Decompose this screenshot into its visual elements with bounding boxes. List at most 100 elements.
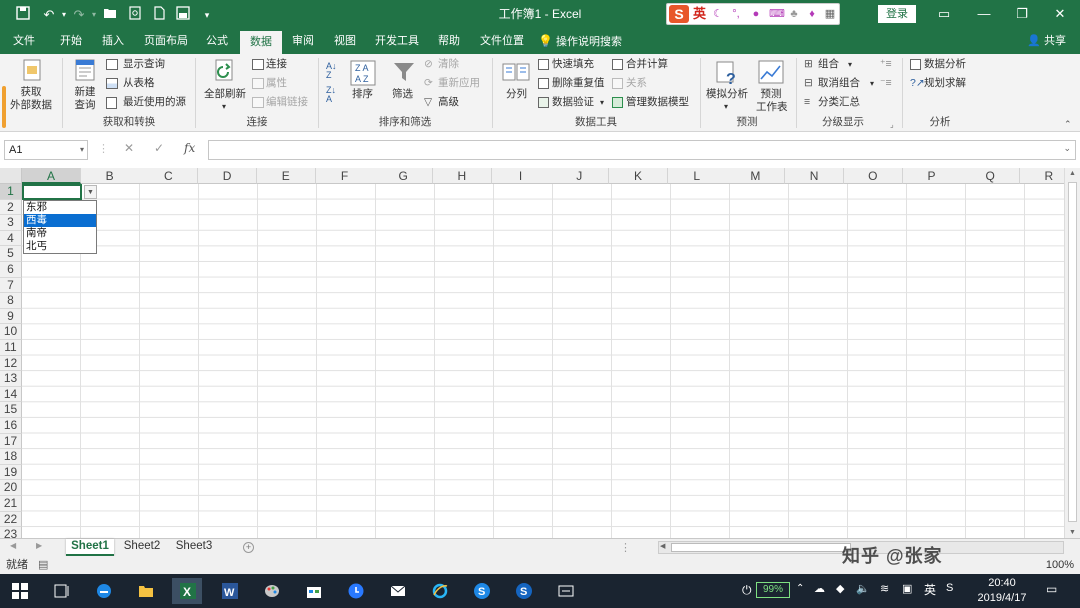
enter-entry-icon[interactable]: ✓	[154, 141, 164, 155]
tab-file[interactable]: 文件	[4, 30, 44, 54]
advanced-filter-button[interactable]: ▽ 高级	[424, 96, 486, 110]
sogou-browser-icon[interactable]: S	[466, 578, 496, 604]
remove-duplicates-button[interactable]: 删除重复值	[538, 77, 610, 91]
edit-links-button[interactable]: 编辑链接	[252, 96, 312, 110]
column-header[interactable]: I	[491, 168, 551, 184]
column-header[interactable]: Q	[961, 168, 1021, 184]
word-taskbar-icon[interactable]: W	[214, 578, 244, 604]
column-header[interactable]: J	[550, 168, 610, 184]
column-header[interactable]: M	[726, 168, 786, 184]
close-button[interactable]: ✕	[1040, 0, 1080, 30]
moon-icon[interactable]: ☾	[711, 7, 725, 21]
show-hidden-icons-icon[interactable]: ⌃	[796, 583, 804, 594]
select-all-corner[interactable]	[0, 168, 22, 184]
ime-language-indicator[interactable]: 英	[924, 581, 936, 598]
share-button[interactable]: 👤 共享	[1027, 30, 1066, 52]
flash-fill-button[interactable]: 快速填充	[538, 58, 610, 72]
properties-button[interactable]: 属性	[252, 77, 312, 91]
taskbar-clock[interactable]: 20:40 2019/4/17	[968, 576, 1036, 606]
show-queries-button[interactable]: 显示查询	[106, 58, 190, 72]
action-center-icon[interactable]: ▭	[1046, 582, 1057, 596]
file-explorer-icon[interactable]	[130, 578, 160, 604]
group-button[interactable]: ⊞ 组合 ▾	[804, 58, 884, 72]
name-box[interactable]: A1 ▾	[4, 140, 88, 160]
scroll-up-icon[interactable]: ▲	[1069, 170, 1076, 177]
subtotal-button[interactable]: ≡ 分类汇总	[804, 96, 884, 110]
relationships-button[interactable]: 关系	[612, 77, 684, 91]
text-to-columns-button[interactable]: 分列	[498, 56, 534, 114]
minimize-button[interactable]: —	[964, 0, 1004, 30]
column-header[interactable]: G	[374, 168, 434, 184]
column-header[interactable]: P	[902, 168, 962, 184]
macro-record-icon[interactable]: ▤	[38, 556, 48, 574]
ime-mode-label[interactable]: 英	[693, 6, 706, 22]
paint-palette-icon[interactable]	[256, 578, 286, 604]
toolbox-icon[interactable]: ♣	[787, 7, 801, 21]
horizontal-scroll-thumb[interactable]	[671, 543, 851, 552]
prev-sheet-icon[interactable]: ◀	[10, 541, 16, 550]
clock-app-icon[interactable]	[340, 578, 370, 604]
consolidate-button[interactable]: 合并计算	[612, 58, 684, 72]
row-header[interactable]: 21	[0, 496, 22, 512]
wifi-icon[interactable]: ≋	[880, 582, 889, 595]
worksheet-grid[interactable]: ABCDEFGHIJKLMNOPQR 1 2 3 4 5 6 7 8 9 10 11 12 13 14 15…	[0, 168, 1068, 538]
next-sheet-icon[interactable]: ▶	[36, 541, 42, 550]
row-header[interactable]: 3	[0, 215, 22, 231]
connections-button[interactable]: 连接	[252, 58, 312, 72]
column-header[interactable]: K	[609, 168, 668, 184]
manage-data-model-button[interactable]: 管理数据模型	[612, 96, 694, 110]
zoom-level[interactable]: 100%	[1046, 556, 1074, 574]
validation-dropdown-list[interactable]: 东邪 西毒 南帝 北丐	[23, 200, 97, 254]
expand-formula-bar-icon[interactable]: ⌄	[1063, 143, 1071, 154]
input-method-icon[interactable]: ▣	[902, 582, 912, 595]
row-header[interactable]: 16	[0, 418, 22, 434]
dropdown-option[interactable]: 东邪	[24, 201, 96, 214]
row-header[interactable]: 6	[0, 262, 22, 278]
tab-split-grip-icon[interactable]: ⋮	[620, 541, 631, 554]
from-table-button[interactable]: 从表格	[106, 77, 190, 91]
row-header[interactable]: 7	[0, 277, 22, 294]
save-as-icon[interactable]	[174, 6, 192, 24]
tab-help[interactable]: 帮助	[430, 30, 468, 54]
dropdown-option[interactable]: 南帝	[24, 227, 96, 240]
row-header[interactable]: 12	[0, 355, 22, 372]
hide-detail-icon[interactable]: ⁻≡	[880, 77, 892, 90]
row-header[interactable]: 14	[0, 386, 22, 403]
column-header[interactable]: O	[843, 168, 903, 184]
ribbon-display-options-icon[interactable]: ▭	[924, 0, 964, 30]
sort-descending-button[interactable]: Z↓ A	[326, 86, 344, 104]
collapse-ribbon-icon[interactable]: ⌃	[1064, 118, 1072, 131]
row-header[interactable]: 5	[0, 246, 22, 262]
scroll-left-icon[interactable]: ◀	[660, 542, 665, 550]
outline-settings-launcher-icon[interactable]: ⌟	[890, 118, 894, 131]
microphone-icon[interactable]: ●	[749, 7, 763, 21]
punctuation-icon[interactable]: °,	[729, 7, 743, 21]
row-header[interactable]: 19	[0, 464, 22, 481]
row-header[interactable]: 13	[0, 371, 22, 387]
ime-toolbar[interactable]: S 英 ☾ °, ● ⌨ ♣ ♦ ▦	[666, 3, 840, 25]
screen-capture-icon[interactable]	[550, 578, 580, 604]
sheet-tab-2[interactable]: Sheet2	[118, 539, 166, 556]
tab-insert[interactable]: 插入	[94, 30, 132, 54]
row-header[interactable]: 20	[0, 480, 22, 496]
show-detail-icon[interactable]: ⁺≡	[880, 58, 892, 71]
cell-area[interactable]	[22, 184, 1068, 538]
customize-toolbar-icon[interactable]: ▾	[198, 6, 216, 24]
name-box-dropdown-icon[interactable]: ▾	[80, 141, 84, 159]
row-header[interactable]: 17	[0, 433, 22, 450]
get-external-data-button[interactable]: 获取 外部数据	[2, 56, 60, 128]
store-bag-icon[interactable]	[298, 578, 328, 604]
power-plug-icon[interactable]: ⏻	[742, 583, 752, 598]
sheet-tab-1[interactable]: Sheet1	[66, 539, 114, 556]
login-button[interactable]: 登录	[878, 5, 916, 23]
mail-icon[interactable]	[382, 578, 412, 604]
tab-review[interactable]: 审阅	[284, 30, 322, 54]
new-query-button[interactable]: 新建 查询	[66, 56, 104, 114]
row-header[interactable]: 8	[0, 293, 22, 309]
sogou-search-icon[interactable]: S	[508, 578, 538, 604]
sort-ascending-button[interactable]: A↓ Z	[326, 62, 344, 80]
vertical-scroll-thumb[interactable]	[1068, 182, 1077, 522]
tab-formulas[interactable]: 公式	[198, 30, 236, 54]
reapply-button[interactable]: ⟳ 重新应用	[424, 77, 486, 91]
column-header[interactable]: E	[256, 168, 316, 184]
